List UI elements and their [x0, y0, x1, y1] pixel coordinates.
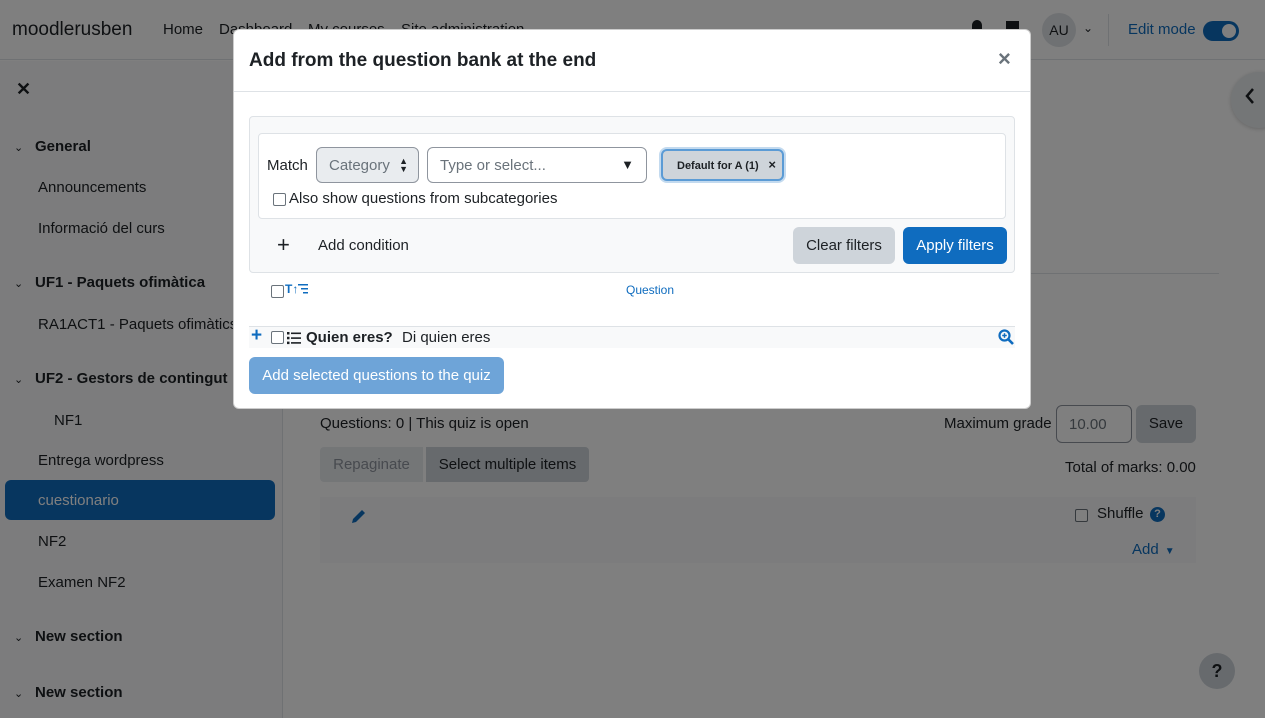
- condition-type-value: Category: [329, 157, 390, 174]
- apply-filters-button[interactable]: Apply filters: [903, 227, 1007, 264]
- question-type-icon: [287, 331, 301, 345]
- match-label: Match: [267, 157, 308, 174]
- remove-chip-icon[interactable]: ×: [768, 157, 776, 172]
- category-autocomplete-input[interactable]: Type or select... ▼: [427, 147, 647, 183]
- add-question-plus-icon[interactable]: +: [251, 326, 262, 346]
- sort-glyph: T↑: [285, 282, 299, 296]
- question-bank-modal: Add from the question bank at the end × …: [233, 29, 1031, 409]
- question-column-header[interactable]: Question: [626, 283, 674, 297]
- add-condition-button[interactable]: Add condition: [318, 237, 409, 254]
- modal-title: Add from the question bank at the end: [249, 50, 597, 71]
- subcategories-checkbox[interactable]: [273, 193, 286, 206]
- modal-header: Add from the question bank at the end ×: [234, 30, 1030, 92]
- subcategories-label: Also show questions from subcategories: [289, 190, 558, 207]
- list-icon: [298, 284, 309, 294]
- close-icon[interactable]: ×: [998, 48, 1011, 70]
- question-name: Quien eres?: [306, 329, 393, 346]
- filter-panel: Match Category ▲ ▼ Type or select... ▼ De…: [249, 116, 1015, 273]
- condition-type-select[interactable]: Category ▲ ▼: [316, 147, 419, 183]
- chip-label: Default for A (1): [677, 160, 759, 172]
- preview-magnifier-icon[interactable]: [998, 329, 1014, 345]
- selected-category-chip[interactable]: Default for A (1) ×: [661, 149, 784, 181]
- filter-condition: Match Category ▲ ▼ Type or select... ▼ De…: [258, 133, 1006, 219]
- select-arrows-icon: ▲ ▼: [399, 156, 408, 174]
- plus-icon[interactable]: +: [277, 234, 290, 256]
- question-row-checkbox[interactable]: [271, 331, 284, 344]
- question-text: Di quien eres: [402, 329, 491, 346]
- sort-by-type-icon[interactable]: T↑: [285, 282, 309, 296]
- dropdown-arrow-icon[interactable]: ▼: [621, 157, 634, 172]
- select-all-checkbox[interactable]: [271, 285, 284, 298]
- autocomplete-placeholder: Type or select...: [440, 157, 546, 174]
- clear-filters-button[interactable]: Clear filters: [793, 227, 895, 264]
- add-selected-questions-button[interactable]: Add selected questions to the quiz: [249, 357, 504, 394]
